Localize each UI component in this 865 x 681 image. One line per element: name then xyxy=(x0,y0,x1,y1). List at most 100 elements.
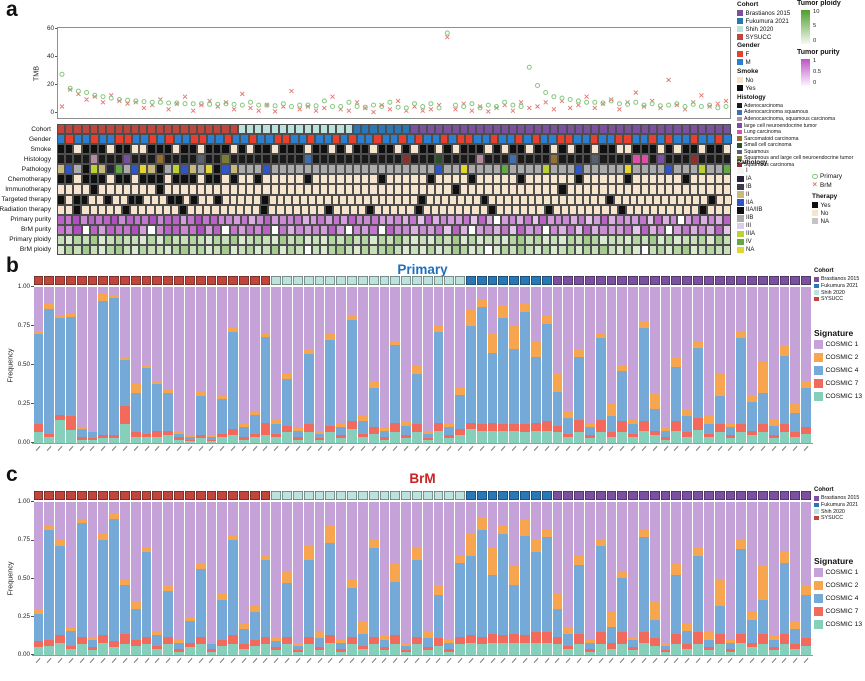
heatmap-cell xyxy=(390,134,398,144)
color-swatch-icon xyxy=(737,26,743,32)
x-tick xyxy=(617,444,628,460)
heatmap-cell xyxy=(463,215,471,225)
heatmap-cell xyxy=(557,134,565,144)
heatmap-cell xyxy=(394,154,402,164)
x-tick-dash-icon xyxy=(663,658,668,663)
heatmap-cell xyxy=(293,205,301,215)
heatmap-cell xyxy=(340,134,348,144)
stacked-bar xyxy=(726,287,736,443)
heatmap-cell xyxy=(115,164,123,174)
heatmap-cell xyxy=(637,195,645,205)
heatmap-cell xyxy=(509,184,517,194)
x-tick xyxy=(55,656,66,672)
heatmap-cell xyxy=(534,154,542,164)
heatmap-cell xyxy=(616,174,624,184)
heatmap-cell xyxy=(410,225,418,235)
heatmap-cell xyxy=(698,235,706,245)
heatmap-cell xyxy=(484,144,492,154)
heatmap-cell xyxy=(632,124,640,134)
heatmap-cell xyxy=(567,144,575,154)
heatmap-cell xyxy=(542,124,550,134)
heatmap-cell xyxy=(73,205,81,215)
heatmap-cell xyxy=(591,164,599,174)
bar-segment xyxy=(693,430,703,442)
primary-point xyxy=(249,100,253,104)
bar-segment xyxy=(650,638,660,646)
heatmap-cell xyxy=(345,124,353,134)
heatmap-cell xyxy=(476,245,484,255)
heatmap-cell xyxy=(690,144,698,154)
stacked-bar xyxy=(715,502,725,655)
bar-segment xyxy=(671,367,681,422)
heatmap-cell xyxy=(665,225,673,235)
bar-segment xyxy=(261,423,271,435)
bar-segment xyxy=(228,435,238,443)
heatmap-cell xyxy=(598,195,606,205)
cohort-strip-cell xyxy=(617,276,627,285)
x-tick-dash-icon xyxy=(804,446,809,451)
heatmap-cell xyxy=(457,134,465,144)
bar-segment xyxy=(671,575,681,633)
heatmap-cell xyxy=(189,124,197,134)
heatmap-cell xyxy=(180,154,188,164)
bar-segment xyxy=(412,644,422,655)
heatmap-cell xyxy=(512,205,520,215)
heatmap-cell xyxy=(254,184,262,194)
x-tick xyxy=(65,444,76,460)
x-tick xyxy=(195,656,206,672)
legend-item: COSMIC 2 xyxy=(814,581,862,590)
heatmap-cell xyxy=(256,215,264,225)
color-swatch-icon xyxy=(737,207,744,214)
heatmap-cell xyxy=(172,154,180,164)
heatmap-cell xyxy=(230,245,238,255)
heatmap-cell xyxy=(106,225,114,235)
heatmap-cell xyxy=(230,174,238,184)
heatmap-cell xyxy=(435,144,443,154)
stacked-bar xyxy=(509,502,519,655)
heatmap-cell xyxy=(165,134,173,144)
heatmap-cell xyxy=(460,225,468,235)
x-tick xyxy=(563,656,574,672)
bar-segment xyxy=(390,287,400,342)
cohort-strip-cell xyxy=(455,276,465,285)
heatmap-cell xyxy=(419,124,427,134)
cohort-strip-cell xyxy=(412,491,422,500)
color-swatch-icon xyxy=(737,103,742,108)
heatmap-cell xyxy=(130,205,138,215)
heatmap-cell xyxy=(432,215,440,225)
heatmap-cell xyxy=(221,184,229,194)
heatmap-cell xyxy=(417,215,425,225)
primary-point xyxy=(699,105,703,109)
color-swatch-icon xyxy=(812,218,818,224)
heatmap-cell xyxy=(657,184,665,194)
cohort-strip-cell xyxy=(574,276,584,285)
bar-segment xyxy=(639,537,649,632)
heatmap-cell xyxy=(146,205,154,215)
heatmap-cell xyxy=(402,154,410,164)
bar-segment xyxy=(747,435,757,443)
x-tick-dash-icon xyxy=(479,446,484,451)
bar-segment xyxy=(596,432,606,443)
heatmap-cell xyxy=(345,144,353,154)
bar-segment xyxy=(617,432,627,443)
heatmap-cell xyxy=(484,154,492,164)
x-tick-dash-icon xyxy=(393,658,398,663)
heatmap-cell xyxy=(665,144,673,154)
heatmap-cell xyxy=(279,174,287,184)
legend-item: SYSUCC xyxy=(814,296,859,302)
x-tick xyxy=(757,444,768,460)
heatmap-cell xyxy=(657,144,665,154)
heatmap-cell xyxy=(649,184,657,194)
heatmap-cell xyxy=(723,134,731,144)
legend-label: NA xyxy=(746,247,754,253)
legend-label: Shih 2020 xyxy=(821,290,845,296)
gradient-tick-label: 5 xyxy=(813,24,819,29)
bar-segment xyxy=(304,545,314,560)
heatmap-cell xyxy=(287,245,295,255)
bar-segment xyxy=(98,533,108,541)
heatmap-cell xyxy=(164,215,172,225)
x-tick xyxy=(368,656,379,672)
heatmap-cell xyxy=(715,205,723,215)
legend-label: Lung carcinoma xyxy=(744,129,781,135)
heatmap-cell xyxy=(626,205,634,215)
